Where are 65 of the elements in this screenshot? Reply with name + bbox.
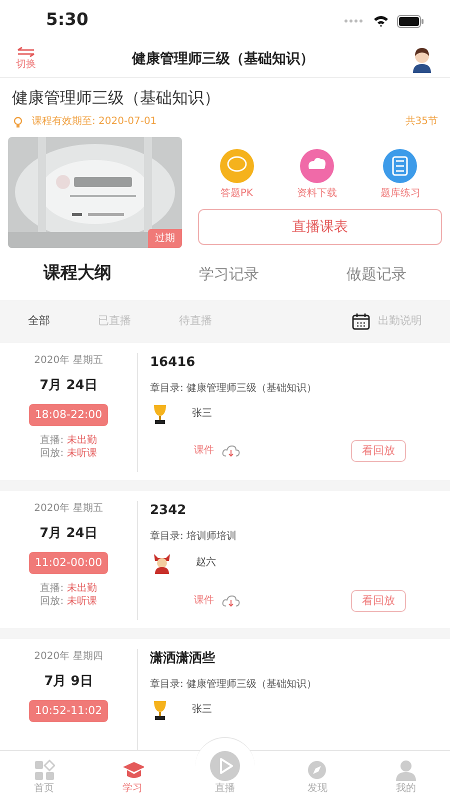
replay-button[interactable]: 看回放 bbox=[351, 440, 406, 462]
tab[interactable]: 学习记录 bbox=[198, 262, 259, 286]
compass-icon bbox=[306, 759, 328, 781]
teacher-name: 张三 bbox=[192, 406, 212, 421]
validity-text: 课程有效期至: 2020-07-01 bbox=[32, 114, 157, 129]
lesson-date: 7月 9日 bbox=[44, 673, 93, 691]
action-button[interactable]: 题库练习 bbox=[380, 149, 420, 201]
tab-bar-item[interactable]: 我的 bbox=[394, 759, 417, 796]
attendance-status: 直播: 未出勤 bbox=[40, 434, 97, 447]
tab[interactable]: 做题记录 bbox=[346, 262, 406, 286]
tab-bar-item[interactable]: 首页 bbox=[33, 759, 56, 796]
lesson-time: 11:02-00:00 bbox=[28, 552, 108, 574]
lesson-time: 10:52-11:02 bbox=[28, 700, 108, 722]
graduation-cap-icon bbox=[122, 759, 144, 781]
filter-tab[interactable]: 待直播 bbox=[179, 313, 212, 330]
trophy-icon bbox=[152, 404, 168, 424]
action-button[interactable]: 资料下载 bbox=[296, 149, 337, 201]
chapter-text: 章目录: 培训师培训 bbox=[150, 530, 238, 544]
battery-icon bbox=[397, 14, 424, 28]
cloud-download-icon bbox=[222, 594, 240, 607]
attendance-status: 回放: 未听课 bbox=[40, 595, 97, 608]
tab[interactable]: 课程大纲 bbox=[44, 261, 112, 287]
tab-bar-item[interactable]: 发现 bbox=[306, 759, 328, 796]
lesson-title: 16416 bbox=[150, 354, 196, 372]
page-title: 健康管理师三级（基础知识） bbox=[132, 50, 314, 69]
lesson-title: 潇洒潇洒些 bbox=[150, 650, 216, 668]
teacher-name: 赵六 bbox=[196, 556, 216, 570]
courseware-link[interactable]: 课件 bbox=[194, 443, 240, 458]
lesson-year-weekday: 2020年 星期五 bbox=[34, 502, 103, 516]
avatar-icon[interactable] bbox=[410, 46, 434, 72]
attendance-link[interactable]: 出勤说明 bbox=[352, 313, 422, 330]
lesson-year-weekday: 2020年 星期五 bbox=[34, 354, 103, 368]
expired-badge: 过期 bbox=[148, 229, 182, 248]
replay-button[interactable]: 看回放 bbox=[351, 590, 406, 612]
lightbulb-icon bbox=[12, 115, 24, 128]
lesson-time: 18:08-22:00 bbox=[28, 404, 108, 426]
action-button[interactable]: 答题PK bbox=[220, 149, 254, 201]
lesson-date: 7月 24日 bbox=[40, 377, 98, 395]
clock-time: 5:30 bbox=[46, 9, 88, 32]
lesson-count: 共35节 bbox=[405, 114, 438, 129]
wifi-icon bbox=[373, 15, 389, 27]
person-icon bbox=[394, 759, 417, 781]
tab-bar-item[interactable]: 学习 bbox=[122, 759, 144, 796]
switch-icon bbox=[17, 47, 35, 57]
lesson-date: 7月 24日 bbox=[40, 525, 98, 543]
filter-tab[interactable]: 已直播 bbox=[98, 313, 131, 330]
home-icon bbox=[33, 759, 56, 781]
chapter-text: 章目录: 健康管理师三级（基础知识） bbox=[150, 678, 318, 692]
chapter-text: 章目录: 健康管理师三级（基础知识） bbox=[150, 382, 318, 396]
course-title: 健康管理师三级（基础知识） bbox=[11, 87, 221, 109]
tab-bar-item[interactable]: 直播 bbox=[210, 751, 240, 796]
lesson-title: 2342 bbox=[150, 502, 188, 520]
lesson-year-weekday: 2020年 星期四 bbox=[34, 650, 103, 664]
attendance-status: 回放: 未听课 bbox=[40, 447, 97, 460]
attendance-status: 直播: 未出勤 bbox=[40, 582, 97, 595]
cartoon-figure-icon bbox=[152, 552, 172, 574]
switch-button[interactable]: 切换 bbox=[16, 47, 36, 72]
schedule-button[interactable]: 直播课表 bbox=[198, 209, 442, 245]
calendar-icon bbox=[352, 313, 370, 330]
signal-icon bbox=[343, 18, 365, 24]
courseware-link[interactable]: 课件 bbox=[194, 593, 240, 608]
cloud-download-icon bbox=[222, 444, 240, 457]
filter-tab[interactable]: 全部 bbox=[28, 313, 50, 330]
trophy-icon bbox=[152, 700, 168, 720]
teacher-name: 张三 bbox=[192, 702, 212, 717]
